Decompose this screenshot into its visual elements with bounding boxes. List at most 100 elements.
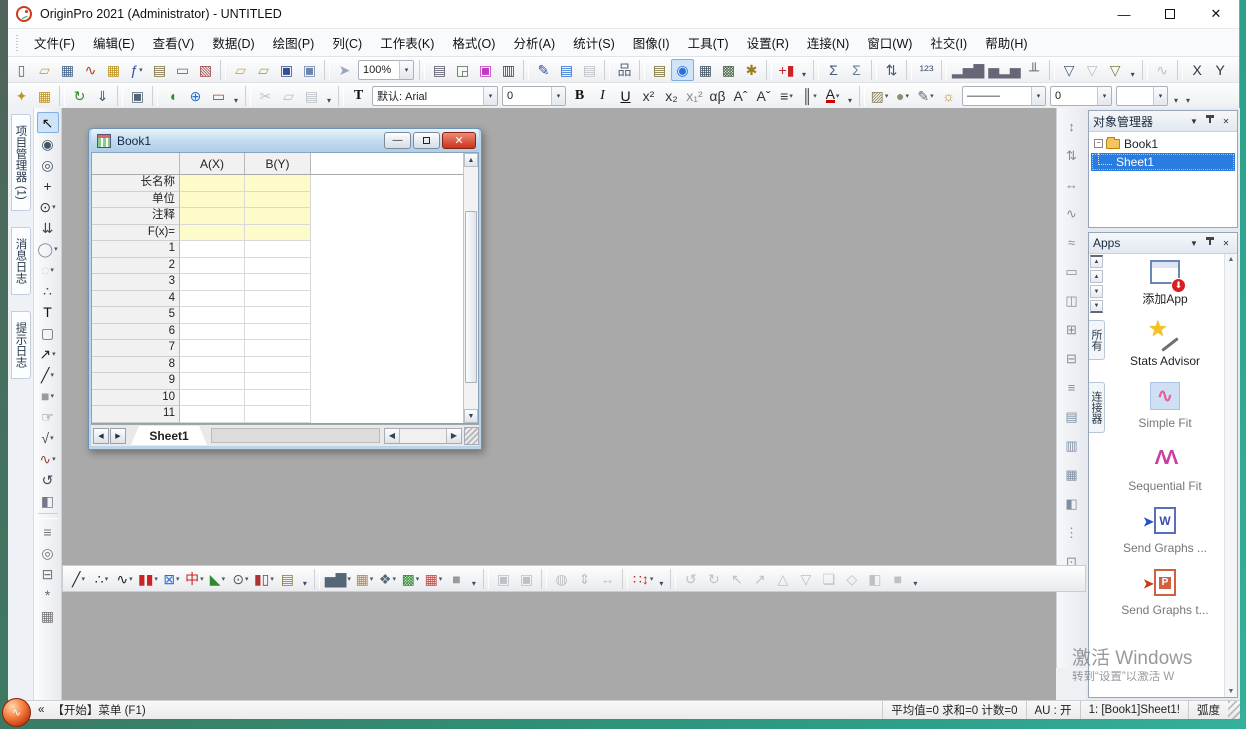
fill-color-icon[interactable]: ▨▾: [868, 85, 891, 107]
scroll-left-button[interactable]: ◀: [385, 429, 400, 443]
reset-rotation-3d-icon[interactable]: ■: [886, 568, 909, 590]
graph-region-icon[interactable]: ▢: [37, 322, 59, 343]
new-graph-icon[interactable]: ∿: [79, 59, 102, 81]
set-as-x-icon[interactable]: X: [1186, 59, 1209, 81]
data-cell[interactable]: [180, 390, 245, 407]
dual-panel-icon[interactable]: ◫: [1061, 290, 1083, 310]
new-project-icon[interactable]: ▯: [10, 59, 33, 81]
zoom-pan-icon[interactable]: ◎: [37, 154, 59, 175]
border-color-combo[interactable]: ▾: [1116, 86, 1168, 106]
resize-3d-icon[interactable]: ◧: [863, 568, 886, 590]
scroll-down-button[interactable]: ▼: [1090, 285, 1103, 298]
row-header-cell[interactable]: F(x)=: [92, 225, 180, 242]
save-template-icon[interactable]: ▣: [298, 59, 321, 81]
project-explorer-icon[interactable]: ▤: [648, 59, 671, 81]
print-preview-icon[interactable]: ◲: [451, 59, 474, 81]
layout-bc-icon[interactable]: ⊟: [37, 563, 59, 584]
scroll-up-button[interactable]: ▲: [1090, 270, 1103, 283]
mask-toggle-icon[interactable]: ◍: [550, 568, 573, 590]
column-width-icon[interactable]: ║▾: [798, 85, 821, 107]
row-header-cell[interactable]: 9: [92, 373, 180, 390]
toolbar-overflow-button[interactable]: ▾: [844, 85, 856, 107]
font-name-combo[interactable]: 默认: Arial▾: [372, 86, 498, 106]
menu-tools[interactable]: 工具(T): [679, 33, 738, 52]
data-cell[interactable]: [245, 225, 311, 242]
data-cell[interactable]: [180, 258, 245, 275]
highlight-icon[interactable]: ☼: [937, 85, 960, 107]
gray-surface-plot-icon[interactable]: ■: [445, 568, 468, 590]
data-cell[interactable]: [180, 357, 245, 374]
layout-grid-icon[interactable]: ▥: [1061, 435, 1083, 455]
area-plot-icon[interactable]: ◣▾: [206, 568, 229, 590]
3d-object-icon[interactable]: ◧: [37, 490, 59, 511]
insert-graph-object-icon[interactable]: ∿▾: [37, 448, 59, 469]
book1-window[interactable]: Book1 — ✕ A(X) B(Y) 长名称单位注释F(x)=12345678…: [88, 128, 482, 450]
new-folder-icon[interactable]: ▱: [33, 59, 56, 81]
rotate-cw-3d-icon[interactable]: ↻: [702, 568, 725, 590]
pin-icon[interactable]: [1203, 114, 1217, 128]
menu-worksheet[interactable]: 工作表(K): [371, 33, 443, 52]
row-header-cell[interactable]: 8: [92, 357, 180, 374]
menu-column[interactable]: 列(C): [323, 33, 371, 52]
layer-lines-icon[interactable]: ≡: [37, 521, 59, 542]
bold-icon[interactable]: B: [568, 85, 591, 107]
toolbar-overflow-button[interactable]: ▾: [230, 85, 242, 107]
new-link-icon[interactable]: *: [37, 584, 59, 605]
scatter-plot-icon[interactable]: ∴▾: [90, 568, 113, 590]
new-workbook-icon[interactable]: ▦: [56, 59, 79, 81]
data-cell[interactable]: [180, 274, 245, 291]
font-type-icon[interactable]: T: [347, 85, 370, 107]
increase-font-icon[interactable]: Aˆ: [729, 85, 752, 107]
au-toggle[interactable]: AU : 开: [1026, 701, 1080, 719]
scroll-bottom-button[interactable]: ▼: [1090, 300, 1103, 313]
start-menu-label[interactable]: 【开始】菜单 (F1): [52, 702, 145, 718]
panel-close-icon[interactable]: ✕: [1219, 114, 1233, 128]
column-statistics-icon[interactable]: Σ: [822, 59, 845, 81]
pointer-icon[interactable]: ↖: [37, 112, 59, 133]
panel-matrix-icon[interactable]: ▦: [1061, 464, 1083, 484]
row-header-cell[interactable]: 7: [92, 340, 180, 357]
spiral-tool-icon[interactable]: ◎: [37, 542, 59, 563]
remove-filter-icon[interactable]: ▽: [1081, 59, 1104, 81]
new-database-icon[interactable]: ▧: [194, 59, 217, 81]
reimport-direct-icon[interactable]: ⇓: [91, 85, 114, 107]
resize-grip[interactable]: [1228, 701, 1240, 719]
subscript-icon[interactable]: x₂: [660, 85, 683, 107]
excel-link-icon[interactable]: ▭: [207, 85, 230, 107]
tilt-right-3d-icon[interactable]: ↗: [748, 568, 771, 590]
video-builder-icon[interactable]: ▥: [497, 59, 520, 81]
apps-tab-connectors[interactable]: 连接器: [1089, 382, 1105, 433]
apps-scrollbar[interactable]: ▲▼: [1224, 254, 1237, 697]
data-cell[interactable]: [245, 324, 311, 341]
menu-file[interactable]: 文件(F): [25, 33, 84, 52]
screen-reader-icon[interactable]: +: [37, 175, 59, 196]
alignment-icon[interactable]: ≡▾: [775, 85, 798, 107]
maximize-button[interactable]: [1147, 0, 1193, 28]
box-plot-icon[interactable]: 中▾: [183, 568, 206, 590]
tab-hint-log[interactable]: 提示日志: [11, 311, 31, 379]
fit-page-icon[interactable]: ◧: [1061, 493, 1083, 513]
menu-window[interactable]: 窗口(W): [858, 33, 921, 52]
distribution-fit-icon[interactable]: ╨: [1023, 59, 1046, 81]
menu-statistics[interactable]: 统计(S): [564, 33, 624, 52]
add-layer-icon[interactable]: ⊞: [1061, 319, 1083, 339]
3d-scatter-plot-icon[interactable]: ❖▾: [376, 568, 399, 590]
column-plot-icon[interactable]: ▮▮▾: [136, 568, 160, 590]
data-cell[interactable]: [180, 340, 245, 357]
app-simple-fit[interactable]: ∿ Simple Fit: [1113, 380, 1217, 431]
font-size-combo[interactable]: 0▾: [502, 86, 566, 106]
perspective-3d-icon[interactable]: ❏: [817, 568, 840, 590]
new-notes-icon[interactable]: ▭: [171, 59, 194, 81]
data-cell[interactable]: [245, 406, 311, 423]
menu-image[interactable]: 图像(I): [624, 33, 679, 52]
text-tool-icon[interactable]: T: [37, 301, 59, 322]
row-header-cell[interactable]: 6: [92, 324, 180, 341]
toolbar-overflow-button[interactable]: ▾: [299, 568, 311, 590]
mask-points-icon[interactable]: ▣: [492, 568, 515, 590]
fit-frame-3d-icon[interactable]: ◇: [840, 568, 863, 590]
data-cell[interactable]: [245, 175, 311, 192]
contour-plot-icon[interactable]: ▩▾: [399, 568, 422, 590]
book1-minimize-button[interactable]: —: [384, 132, 411, 149]
object-manager-icon[interactable]: ▦: [694, 59, 717, 81]
tab-project-manager[interactable]: 项目管理器 (1): [11, 114, 31, 211]
